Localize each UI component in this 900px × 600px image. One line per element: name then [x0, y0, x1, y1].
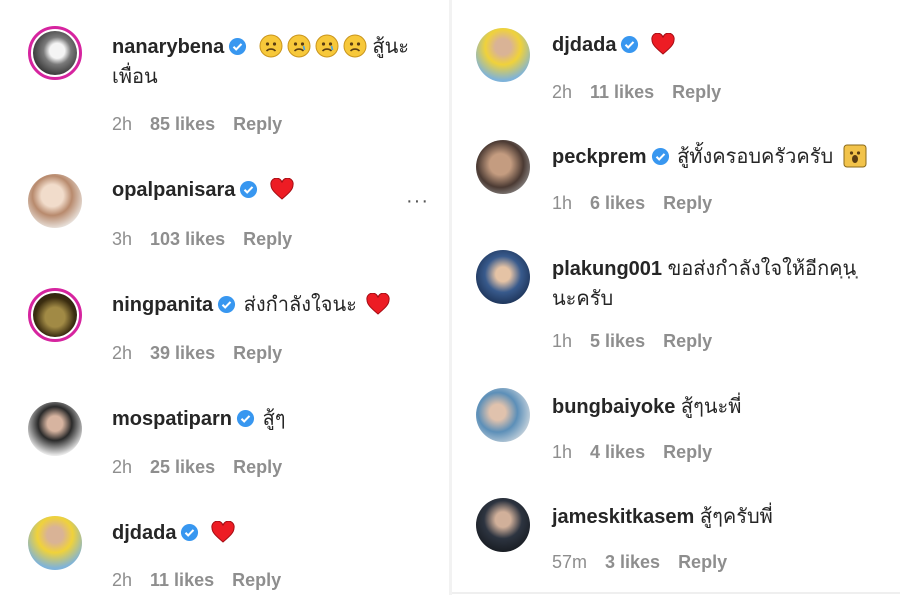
comment-body: ningpanita ส่งกำลังใจนะ [112, 290, 440, 320]
comment-body: bungbaiyoke สู้ๆนะพี่ [552, 392, 892, 422]
avatar[interactable] [476, 388, 530, 442]
username[interactable]: djdada [112, 522, 176, 544]
comment-text-line2: นะครับ [552, 288, 614, 310]
likes-count[interactable]: 3 likes [605, 552, 660, 572]
comment-text: ขอส่งกำลังใจให้อีกคน [667, 258, 857, 280]
verified-badge-icon [236, 409, 255, 428]
avatar[interactable] [28, 288, 82, 342]
comment-body: djdada [112, 518, 440, 548]
comment-body: jameskitkasem สู้ๆครับพี่ [552, 502, 892, 532]
heart-icon [211, 521, 235, 543]
comment-meta: 2h 39 likes Reply [112, 343, 300, 364]
verified-badge-icon [181, 523, 199, 542]
comment-text-line2: เพื่อน [112, 66, 158, 88]
comment-text: สู้ทั้งครอบครัวครับ [677, 146, 834, 168]
comment-meta: 2h 85 likes Reply [112, 114, 300, 135]
comment-meta: 1h 6 likes Reply [552, 193, 730, 214]
timestamp[interactable]: 2h [552, 82, 572, 102]
reply-button[interactable]: Reply [243, 229, 292, 249]
comment-body: mospatiparn สู้ๆ [112, 404, 440, 434]
comment-meta: 3h 103 likes Reply [112, 229, 310, 250]
comment-body: djdada [552, 30, 892, 60]
verified-badge-icon [229, 37, 247, 56]
comments-column-left: nanarybena สู้นะ เพื่อน 2h 85 likes Reply … [0, 0, 450, 600]
reply-button[interactable]: Reply [663, 193, 712, 213]
likes-count[interactable]: 6 likes [590, 193, 645, 213]
reply-button[interactable]: Reply [663, 331, 712, 351]
comment-meta: 2h 11 likes Reply [552, 82, 739, 103]
reply-button[interactable]: Reply [232, 570, 281, 590]
likes-count[interactable]: 11 likes [590, 82, 654, 102]
avatar[interactable] [476, 140, 530, 194]
reply-button[interactable]: Reply [233, 343, 282, 363]
heart-icon [651, 33, 675, 55]
reply-button[interactable]: Reply [678, 552, 727, 572]
sad-face-icon [315, 34, 339, 58]
likes-count[interactable]: 11 likes [150, 570, 214, 590]
comment-text: สู้ๆนะพี่ [680, 396, 742, 418]
timestamp[interactable]: 57m [552, 552, 587, 572]
verified-badge-icon [621, 35, 639, 54]
comment-text: ส่งกำลังใจนะ [243, 294, 357, 316]
timestamp[interactable]: 3h [112, 229, 132, 249]
comment-body: nanarybena สู้นะ เพื่อน [112, 32, 440, 92]
avatar[interactable] [28, 26, 82, 80]
timestamp[interactable]: 2h [112, 457, 132, 477]
heart-icon [270, 178, 294, 200]
timestamp[interactable]: 2h [112, 343, 132, 363]
sad-face-icon [343, 34, 367, 58]
username[interactable]: bungbaiyoke [552, 396, 675, 418]
username[interactable]: mospatiparn [112, 408, 232, 430]
likes-count[interactable]: 25 likes [150, 457, 215, 477]
sad-face-icon [287, 34, 311, 58]
verified-badge-icon [218, 295, 236, 314]
avatar[interactable] [28, 516, 82, 570]
comment-text: สู้นะ [372, 36, 410, 58]
comment-meta: 57m 3 likes Reply [552, 552, 745, 573]
reply-button[interactable]: Reply [672, 82, 721, 102]
avatar[interactable] [476, 250, 530, 304]
heart-icon [366, 293, 391, 315]
timestamp[interactable]: 1h [552, 193, 572, 213]
timestamp[interactable]: 2h [112, 570, 132, 590]
timestamp[interactable]: 2h [112, 114, 132, 134]
verified-badge-icon [651, 147, 669, 166]
timestamp[interactable]: 1h [552, 331, 572, 351]
comment-meta: 1h 5 likes Reply [552, 331, 730, 352]
comments-column-right: djdada 2h 11 likes Reply peckprem สู้ทั้งค… [452, 0, 900, 595]
comment-meta: 2h 11 likes Reply [112, 570, 299, 591]
verified-badge-icon [240, 180, 258, 199]
more-options-icon[interactable]: ··· [406, 190, 429, 213]
avatar[interactable] [476, 28, 530, 82]
avatar[interactable] [28, 174, 82, 228]
username[interactable]: peckprem [552, 146, 647, 168]
likes-count[interactable]: 5 likes [590, 331, 645, 351]
likes-count[interactable]: 4 likes [590, 442, 645, 462]
comment-text: สู้ๆครับพี่ [699, 506, 773, 528]
likes-count[interactable]: 103 likes [150, 229, 225, 249]
sad-face-icon [259, 34, 283, 58]
username[interactable]: nanarybena [112, 36, 224, 58]
comment-meta: 1h 4 likes Reply [552, 442, 730, 463]
likes-count[interactable]: 85 likes [150, 114, 215, 134]
username[interactable]: djdada [552, 34, 616, 56]
comment-body: peckprem สู้ทั้งครอบครัวครับ [552, 142, 892, 172]
screaming-face-icon [843, 144, 867, 168]
avatar[interactable] [28, 402, 82, 456]
comment-meta: 2h 25 likes Reply [112, 457, 300, 478]
comment-body: plakung001 ขอส่งกำลังใจให้อีกคน นะครับ [552, 254, 860, 314]
comment-text: สู้ๆ [262, 408, 286, 430]
reply-button[interactable]: Reply [233, 457, 282, 477]
reply-button[interactable]: Reply [233, 114, 282, 134]
reply-button[interactable]: Reply [663, 442, 712, 462]
username[interactable]: ningpanita [112, 294, 213, 316]
avatar[interactable] [476, 498, 530, 552]
username[interactable]: opalpanisara [112, 179, 235, 201]
likes-count[interactable]: 39 likes [150, 343, 215, 363]
username[interactable]: jameskitkasem [552, 506, 694, 528]
timestamp[interactable]: 1h [552, 442, 572, 462]
username[interactable]: plakung001 [552, 258, 662, 280]
comment-body: opalpanisara [112, 175, 440, 205]
more-options-icon[interactable]: ··· [838, 266, 861, 289]
